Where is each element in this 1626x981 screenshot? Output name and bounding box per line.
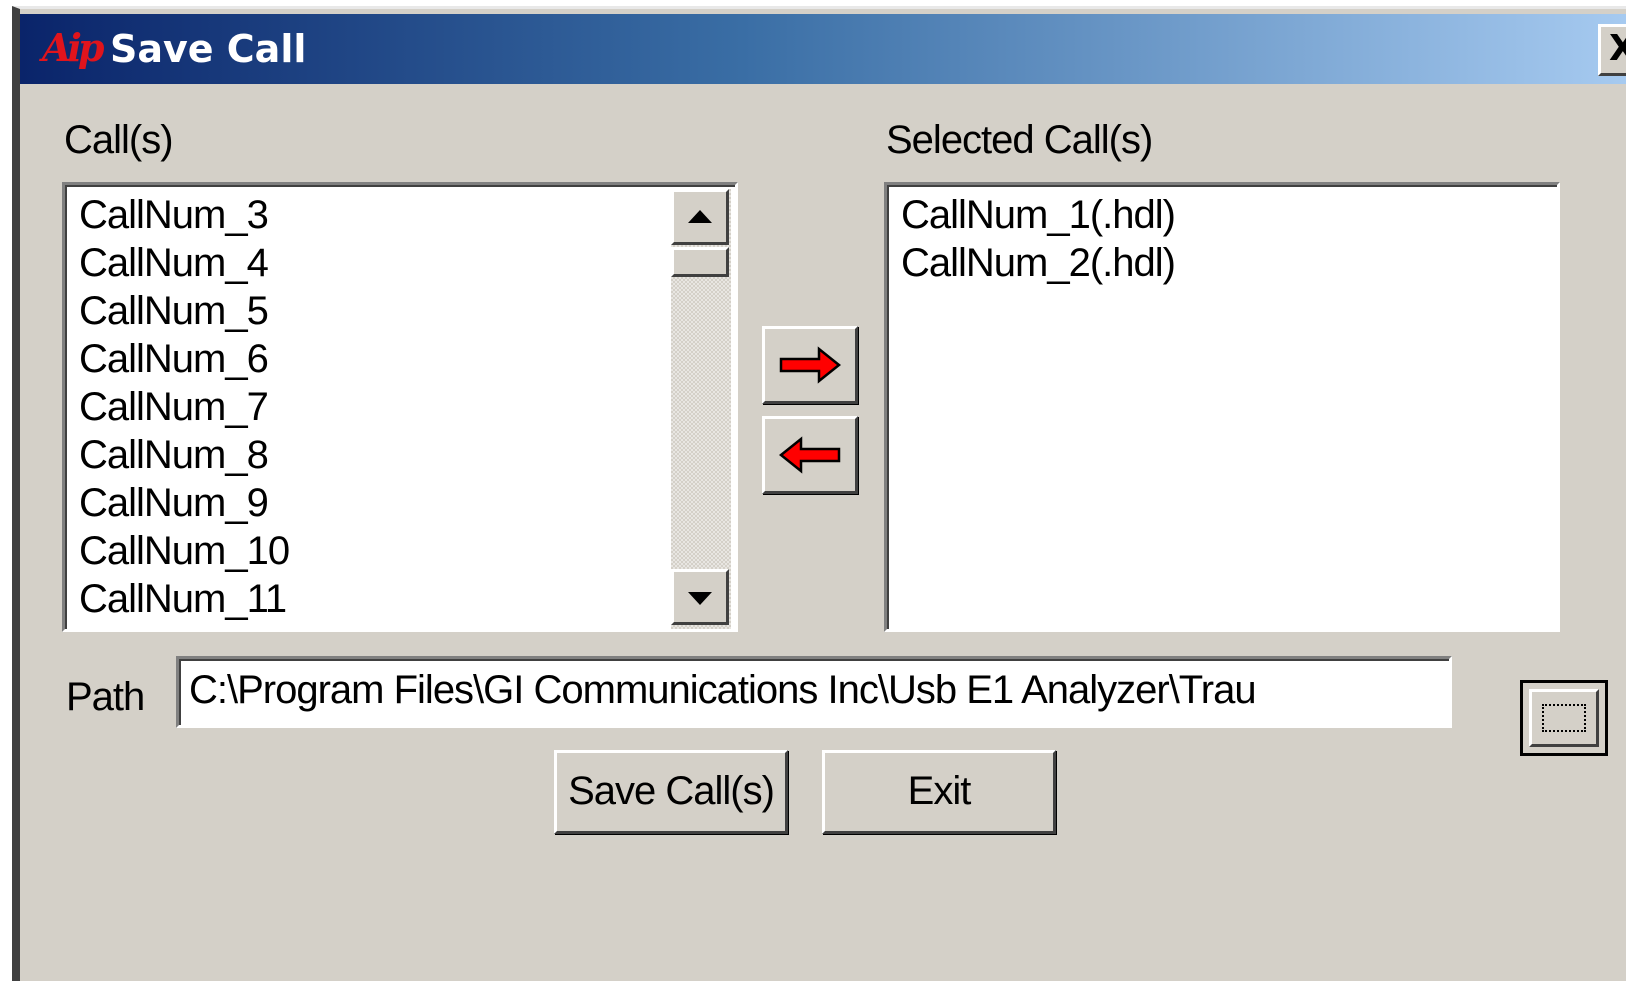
path-label: Path bbox=[66, 675, 145, 719]
browse-button[interactable] bbox=[1520, 680, 1608, 756]
list-item[interactable]: CallNum_7 bbox=[79, 383, 269, 431]
list-item[interactable]: CallNum_11 bbox=[79, 575, 287, 623]
arrow-right-icon bbox=[779, 346, 842, 384]
save-calls-button[interactable]: Save Call(s) bbox=[554, 750, 788, 834]
triangle-up-icon bbox=[688, 210, 712, 223]
calls-listbox[interactable]: CallNum_3 CallNum_4 CallNum_5 CallNum_6 … bbox=[62, 182, 738, 632]
list-item[interactable]: CallNum_10 bbox=[79, 527, 290, 575]
app-logo-icon: Aip bbox=[42, 25, 105, 70]
list-item[interactable]: CallNum_3 bbox=[79, 191, 269, 239]
list-item[interactable]: CallNum_2(.hdl) bbox=[901, 239, 1176, 287]
scroll-up-button[interactable] bbox=[671, 189, 729, 245]
selected-calls-listbox[interactable]: CallNum_1(.hdl) CallNum_2(.hdl) bbox=[884, 182, 1560, 632]
list-item[interactable]: CallNum_4 bbox=[79, 239, 269, 287]
arrow-left-icon bbox=[778, 436, 841, 474]
triangle-down-icon bbox=[688, 592, 712, 605]
add-to-selected-button[interactable] bbox=[762, 326, 858, 404]
selected-calls-label: Selected Call(s) bbox=[886, 118, 1153, 162]
path-input[interactable]: C:\Program Files\GI Communications Inc\U… bbox=[176, 656, 1452, 728]
list-item[interactable]: CallNum_8 bbox=[79, 431, 269, 479]
list-item[interactable]: CallNum_9 bbox=[79, 479, 269, 527]
scroll-down-button[interactable] bbox=[671, 569, 729, 625]
browse-button-face bbox=[1529, 689, 1599, 747]
close-button[interactable]: X bbox=[1598, 24, 1626, 76]
title-bar[interactable]: Aip Save Call X bbox=[20, 14, 1626, 84]
calls-scrollbar[interactable] bbox=[671, 189, 731, 629]
exit-button[interactable]: Exit bbox=[822, 750, 1056, 834]
list-item[interactable]: CallNum_1(.hdl) bbox=[901, 191, 1176, 239]
scroll-thumb[interactable] bbox=[671, 247, 729, 277]
remove-from-selected-button[interactable] bbox=[762, 416, 858, 494]
calls-label: Call(s) bbox=[64, 118, 174, 162]
window-title: Save Call bbox=[110, 27, 307, 71]
focus-rect-icon bbox=[1542, 704, 1586, 732]
list-item[interactable]: CallNum_5 bbox=[79, 287, 269, 335]
list-item[interactable]: CallNum_6 bbox=[79, 335, 269, 383]
